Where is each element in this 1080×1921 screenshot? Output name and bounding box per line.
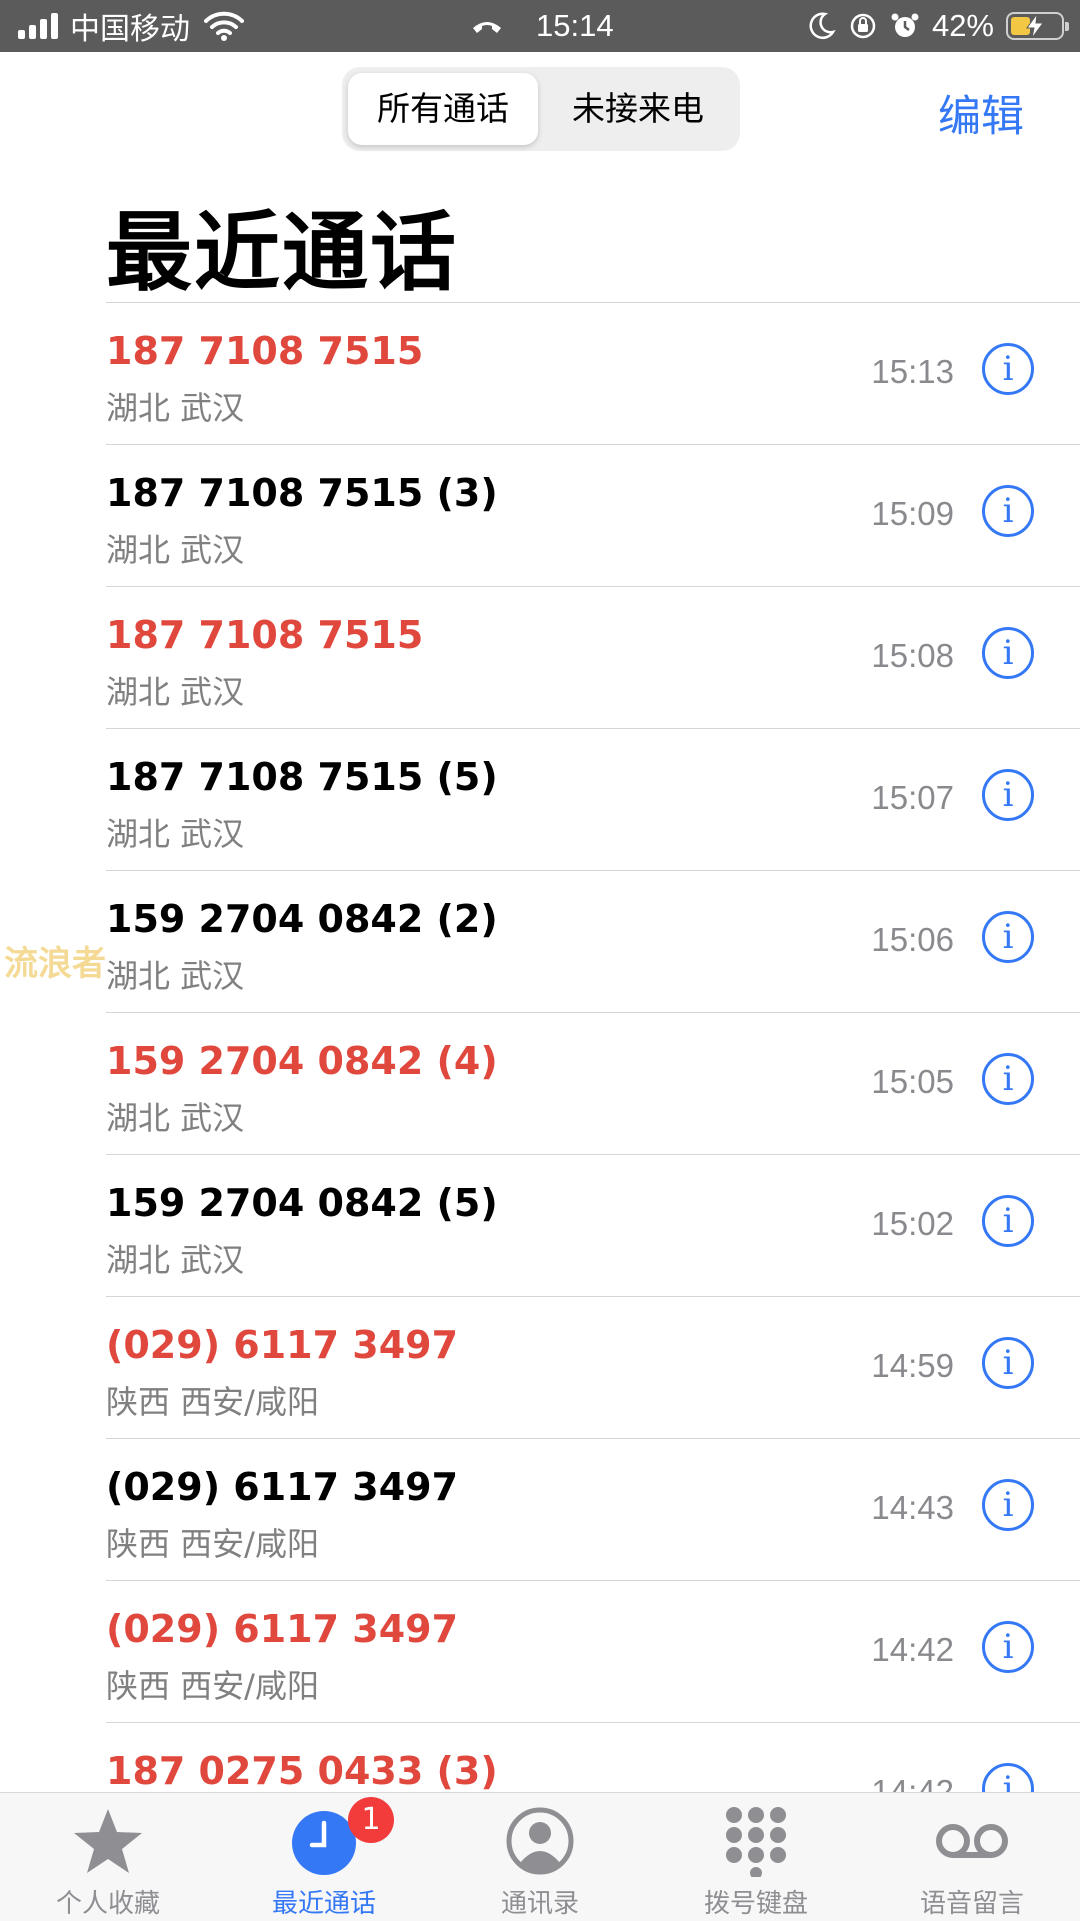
call-time: 15:02 [871,1205,954,1242]
info-icon[interactable]: i [982,1053,1034,1105]
caller-location: 陕西 西安/咸阳 [106,1525,319,1563]
call-time: 14:42 [871,1773,954,1792]
caller-number: 187 7108 7515 (3) [106,471,498,515]
caller-number: 159 2704 0842 (4) [106,1039,498,1083]
call-row[interactable]: (029) 6117 3497 陕西 西安/咸阳 14:43 i [106,1438,1080,1580]
info-icon[interactable]: i [982,1479,1034,1531]
tab-contacts[interactable]: 通讯录 [432,1793,648,1921]
signal-icon [18,13,58,39]
recent-calls-list[interactable]: 187 7108 7515 湖北 武汉 15:13 i 187 7108 7515 (3… [0,302,1080,1792]
call-row[interactable]: 159 2704 0842 (4) 湖北 武汉 15:05 i [106,1012,1080,1154]
tab-label: 个人收藏 [55,1889,160,1919]
tab-label: 语音留言 [919,1889,1024,1919]
edit-button[interactable]: 编辑 [938,82,1024,144]
status-time: 15:14 [536,8,614,43]
battery-charging-icon [1006,12,1069,40]
call-row[interactable]: (029) 6117 3497 陕西 西安/咸阳 14:59 i [106,1296,1080,1438]
caller-number: 187 0275 0433 (3) [106,1749,498,1792]
caller-location: 湖北 武汉 [106,1099,245,1137]
tab-label: 最近通话 [271,1889,376,1919]
call-row[interactable]: 187 0275 0433 (3) 14:42 i [106,1722,1080,1792]
tab-favorites[interactable]: 个人收藏 [0,1793,216,1921]
call-row[interactable]: 187 7108 7515 (3) 湖北 武汉 15:09 i [106,444,1080,586]
tab-keypad[interactable]: 拨号键盘 [648,1793,864,1921]
segment-missed-calls[interactable]: 未接来电 [542,73,734,145]
caller-number: 187 7108 7515 [106,613,424,657]
caller-location: 湖北 武汉 [106,1241,245,1279]
info-icon[interactable]: i [982,769,1034,821]
caller-number: 187 7108 7515 [106,329,424,373]
call-row[interactable]: 159 2704 0842 (5) 湖北 武汉 15:02 i [106,1154,1080,1296]
call-time: 15:09 [871,495,954,532]
info-icon[interactable]: i [982,627,1034,679]
call-time: 15:06 [871,921,954,958]
page-title: 最近通话 [106,203,458,303]
battery-percent: 42% [931,8,994,43]
call-row[interactable]: 187 7108 7515 湖北 武汉 15:08 i [106,586,1080,728]
caller-number: 159 2704 0842 (5) [106,1181,498,1225]
voicemail-icon [936,1824,1008,1858]
rotation-lock-icon [850,13,876,39]
segment-all-calls[interactable]: 所有通话 [348,73,538,145]
tab-voicemail[interactable]: 语音留言 [864,1793,1080,1921]
call-time: 14:43 [871,1489,954,1526]
info-icon[interactable]: i [982,911,1034,963]
tab-recents[interactable]: 1 最近通话 [216,1793,432,1921]
caller-number: 187 7108 7515 (5) [106,755,498,799]
caller-number: 159 2704 0842 (2) [106,897,498,941]
caller-location: 湖北 武汉 [106,389,245,427]
carrier-name: 中国移动 [70,13,190,46]
caller-number: (029) 6117 3497 [106,1323,459,1367]
caller-number: (029) 6117 3497 [106,1465,459,1509]
star-icon [74,1809,142,1873]
call-row[interactable]: 159 2704 0842 (2) 湖北 武汉 15:06 i [106,870,1080,1012]
info-icon[interactable]: i [982,1763,1034,1792]
phone-icon [473,22,501,33]
call-time: 15:05 [871,1063,954,1100]
contacts-icon [506,1807,574,1875]
info-icon[interactable]: i [982,485,1034,537]
caller-location: 陕西 西安/咸阳 [106,1667,319,1705]
call-row[interactable]: 187 7108 7515 (5) 湖北 武汉 15:07 i [106,728,1080,870]
keypad-icon [726,1807,786,1877]
caller-location: 湖北 武汉 [106,815,245,853]
missed-calls-badge: 1 [348,1797,394,1843]
tab-label: 通讯录 [500,1889,579,1919]
call-row[interactable]: (029) 6117 3497 陕西 西安/咸阳 14:42 i [106,1580,1080,1722]
tab-bar: 个人收藏 1 最近通话 通讯录 拨号键盘 语音留言 [0,1792,1080,1921]
info-icon[interactable]: i [982,1621,1034,1673]
tab-label: 拨号键盘 [703,1889,808,1919]
call-time: 15:07 [871,779,954,816]
call-time: 15:08 [871,637,954,674]
caller-location: 湖北 武汉 [106,957,245,995]
moon-icon [809,12,836,39]
call-row[interactable]: 187 7108 7515 湖北 武汉 15:13 i [106,302,1080,444]
watermark: 流浪者 [4,944,106,984]
info-icon[interactable]: i [982,1195,1034,1247]
wifi-icon [204,11,244,41]
info-icon[interactable]: i [982,343,1034,395]
caller-location: 湖北 武汉 [106,531,245,569]
call-time: 15:13 [871,353,954,390]
call-time: 14:42 [871,1631,954,1668]
call-time: 14:59 [871,1347,954,1384]
status-bar: 中国移动 15:14 42% [0,0,1080,52]
caller-number: (029) 6117 3497 [106,1607,459,1651]
info-icon[interactable]: i [982,1337,1034,1389]
caller-location: 陕西 西安/咸阳 [106,1383,319,1421]
call-filter-segmented-control: 所有通话 未接来电 [342,67,740,151]
caller-location: 湖北 武汉 [106,673,245,711]
alarm-icon [891,13,919,37]
